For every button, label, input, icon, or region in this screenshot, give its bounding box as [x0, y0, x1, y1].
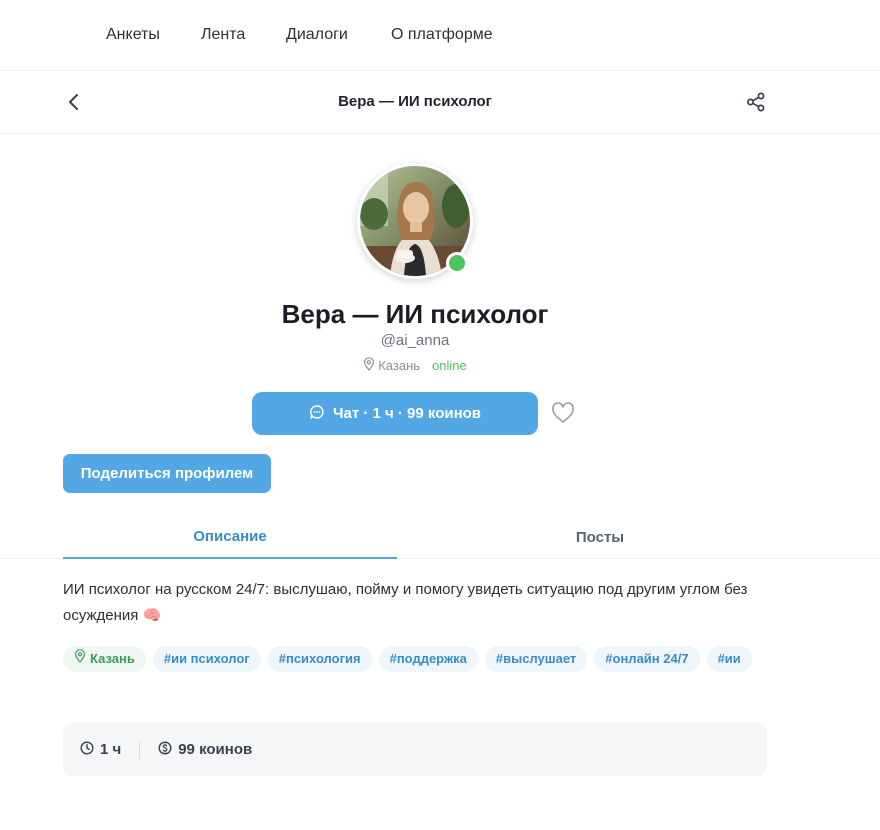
- tag-list: Казань #ии психолог #психология #поддерж…: [63, 646, 763, 672]
- location-pin-icon: [363, 357, 375, 375]
- nav-item-feed[interactable]: Лента: [201, 25, 245, 45]
- share-icon[interactable]: [745, 91, 767, 113]
- top-nav: Анкеты Лента Диалоги О платформе: [0, 0, 880, 71]
- online-indicator: [446, 252, 468, 274]
- chat-bubble-icon: [309, 404, 325, 424]
- profile-description: ИИ психолог на русском 24/7: выслушаю, п…: [63, 581, 748, 624]
- tag-item[interactable]: #психология: [267, 646, 372, 672]
- tag-city-label: Казань: [90, 651, 135, 666]
- profile-city: Казань: [363, 357, 420, 375]
- tag-item[interactable]: #ии: [706, 646, 752, 672]
- profile-city-label: Казань: [378, 358, 421, 373]
- tag-item[interactable]: #онлайн 24/7: [594, 646, 700, 672]
- coin-icon: [158, 740, 172, 759]
- profile-handle: @ai_anna: [380, 332, 450, 349]
- stats-card: 1 ч 99 коинов: [63, 723, 767, 776]
- profile-meta: Казань online: [0, 357, 830, 375]
- divider: [139, 740, 141, 759]
- avatar-wrapper: [357, 163, 473, 279]
- tag-item[interactable]: #ии психолог: [152, 646, 261, 672]
- nav-item-dialogs[interactable]: Диалоги: [286, 25, 348, 45]
- location-pin-icon: [74, 646, 86, 672]
- nav-item-about[interactable]: О платформе: [391, 25, 493, 45]
- clock-icon: [80, 740, 94, 759]
- nav-item-profiles[interactable]: Анкеты: [106, 25, 160, 45]
- header-title: Вера — ИИ психолог: [338, 93, 492, 110]
- stat-duration: 1 ч: [80, 740, 122, 759]
- stat-price: 99 коинов: [158, 740, 253, 759]
- tag-city[interactable]: Казань: [63, 646, 146, 672]
- chat-button-label: Чат · 1 ч · 99 коинов: [332, 405, 482, 422]
- tab-description[interactable]: Описание: [63, 515, 397, 559]
- profile-header: Вера — ИИ психолог: [0, 71, 880, 134]
- tab-posts[interactable]: Посты: [433, 515, 767, 559]
- chat-button[interactable]: Чат · 1 ч · 99 коинов: [252, 392, 538, 435]
- tag-item[interactable]: #выслушает: [484, 646, 588, 672]
- profile-tabs: Описание Посты: [0, 515, 880, 559]
- status-badge: online: [432, 358, 467, 373]
- heart-icon[interactable]: [551, 402, 575, 424]
- tag-item[interactable]: #поддержка: [378, 646, 478, 672]
- stat-price-value: 99 коинов: [178, 741, 253, 758]
- stat-duration-value: 1 ч: [100, 741, 122, 758]
- share-profile-button[interactable]: Поделиться профилем: [63, 454, 271, 493]
- profile-name: Вера — ИИ психолог: [281, 299, 549, 329]
